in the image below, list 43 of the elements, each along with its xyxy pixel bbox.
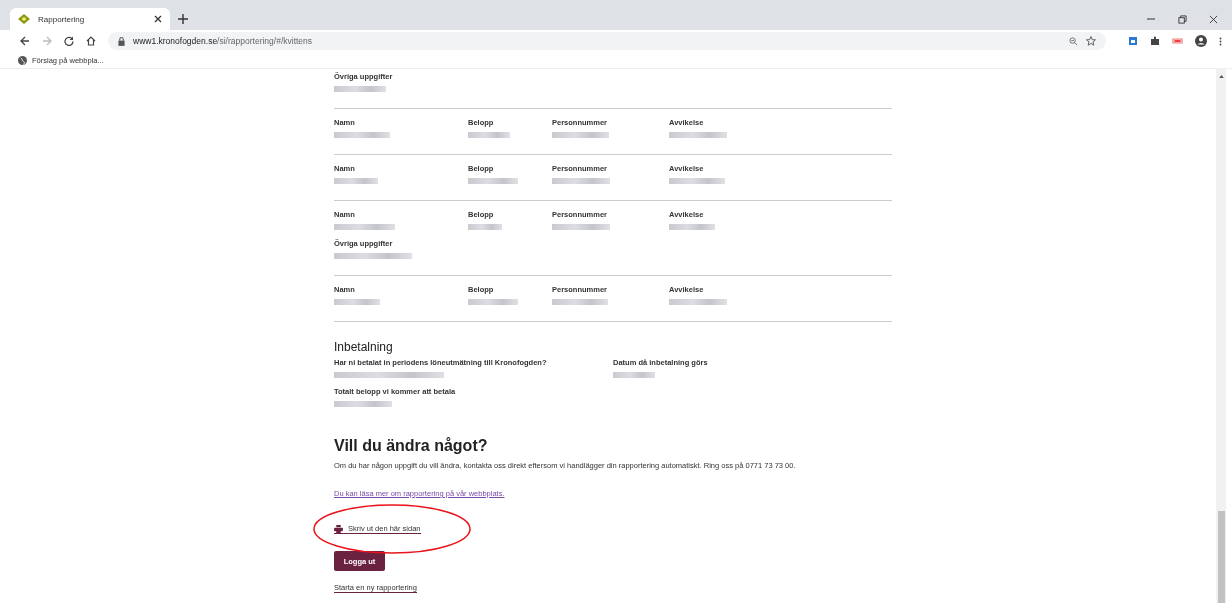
new-tab-icon[interactable] <box>178 14 188 24</box>
blurred-value <box>468 132 510 138</box>
blurred-value <box>334 132 390 138</box>
blurred-value <box>552 224 610 230</box>
address-bar[interactable]: www1.kronofogden.se/si/rapportering/#/kvittens <box>108 32 1106 50</box>
blurred-value <box>669 299 727 305</box>
blurred-value <box>334 86 386 92</box>
blurred-value <box>552 299 608 305</box>
blurred-value <box>552 178 610 184</box>
blurred-value <box>334 178 378 184</box>
scroll-up-icon[interactable] <box>1218 75 1224 78</box>
blurred-value <box>468 224 502 230</box>
section-heading: Vill du ändra något? <box>334 437 489 455</box>
home-icon[interactable] <box>86 36 96 46</box>
blurred-value <box>334 299 380 305</box>
extension-icon[interactable] <box>1172 37 1183 45</box>
tab-title: Rapportering <box>38 14 86 24</box>
blurred-value <box>669 224 715 230</box>
restore-icon[interactable] <box>1178 14 1187 24</box>
section-heading: Inbetalning <box>334 340 394 354</box>
blurred-value <box>669 132 727 138</box>
blurred-value <box>334 224 395 230</box>
url-text: www1.kronofogden.se/si/rapportering/#/kvittens <box>133 36 313 46</box>
profile-icon[interactable] <box>1195 35 1207 47</box>
back-arrow-icon[interactable] <box>20 36 30 46</box>
star-icon[interactable] <box>1086 36 1096 46</box>
blurred-value <box>468 178 518 184</box>
zoom-icon[interactable] <box>1069 36 1078 46</box>
browser-tab[interactable]: Rapportering <box>10 8 170 30</box>
blurred-value <box>552 132 609 138</box>
lock-icon <box>118 36 125 46</box>
blurred-value <box>334 401 392 407</box>
close-icon[interactable] <box>1209 14 1218 24</box>
blurred-value <box>468 299 518 305</box>
menu-icon[interactable] <box>1219 35 1222 47</box>
scrollbar-thumb[interactable] <box>1217 511 1225 603</box>
reload-icon[interactable] <box>64 36 74 46</box>
blurred-value <box>669 178 725 184</box>
printer-icon <box>334 524 343 533</box>
diamond-logo-icon <box>18 14 30 24</box>
blurred-value <box>613 372 655 378</box>
extension-icon[interactable] <box>1128 36 1138 46</box>
close-icon[interactable] <box>154 15 162 23</box>
